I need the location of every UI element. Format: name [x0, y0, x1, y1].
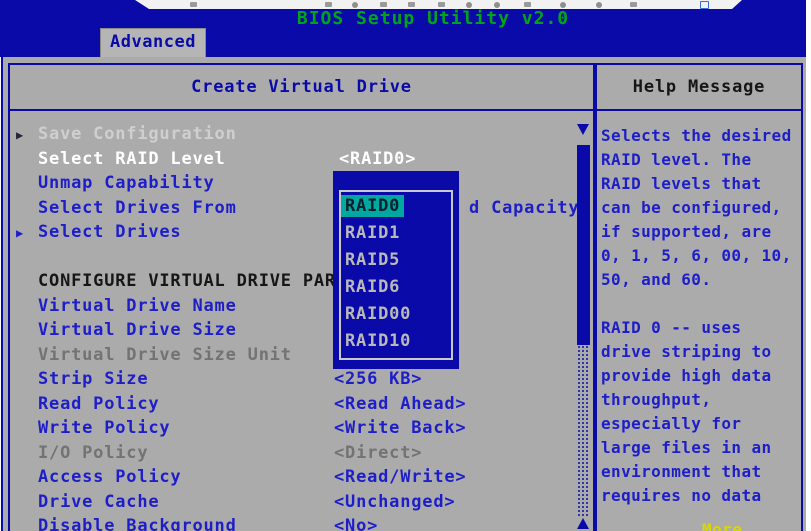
menu-item-label: Write Policy [38, 416, 170, 441]
toolbar-icon-6[interactable] [438, 2, 445, 7]
menu-item-label: Select Drives [38, 220, 181, 245]
panel-divider [593, 111, 597, 531]
popup-item[interactable]: RAID6 [341, 276, 404, 298]
menu-item-label: Virtual Drive Size [38, 318, 237, 343]
toolbar-icon-8[interactable] [494, 2, 500, 8]
help-line: 0, 1, 5, 6, 00, 10, [601, 244, 803, 268]
menu-item[interactable]: I/O Policy <Direct> [12, 441, 572, 466]
menu-item[interactable]: Virtual Drive Size Unit [12, 343, 572, 368]
toolbar-icon-10[interactable] [560, 2, 566, 8]
menu-item [12, 245, 572, 270]
section-header: Create Virtual Drive Help Message [8, 63, 803, 111]
menu-item-label: Drive Cache [38, 490, 159, 515]
menu-item[interactable]: ▶ Save Configuration [12, 122, 572, 147]
menu-item-value: <Unchanged> [334, 490, 455, 515]
help-more-indicator: More (U/d) [702, 520, 801, 531]
menu-item-label: Access Policy [38, 465, 181, 490]
menu-item-label: Select RAID Level [38, 147, 226, 172]
menu-item-label: Read Policy [38, 392, 159, 417]
popup-item[interactable]: RAID00 [341, 303, 415, 325]
menu-item-label: Select Drives From [38, 196, 237, 221]
menu-item[interactable]: Access Policy <Read/Write> [12, 465, 572, 490]
submenu-arrow-icon: ▶ [16, 123, 24, 148]
menu-item-value: <No> [334, 514, 378, 531]
tab-advanced[interactable]: Advanced [100, 28, 206, 57]
help-line: throughput, [601, 388, 803, 412]
help-line: 50, and 60. [601, 268, 803, 292]
menu-list: ▶ Save ConfigurationSelect RAID Level <RAI… [12, 122, 572, 531]
menu-item-value: <Read Ahead> [334, 392, 466, 417]
toolbar-icon-3[interactable] [352, 2, 358, 8]
menu-item[interactable]: ▶ Select Drives [12, 220, 572, 245]
menu-item-label: CONFIGURE VIRTUAL DRIVE PAR [38, 269, 336, 294]
raid-level-popup: RAID0 RAID1 RAID5 RAID6 RAID00 RAID10 [333, 171, 459, 369]
menu-item[interactable]: Strip Size <256 KB> [12, 367, 572, 392]
bios-title: BIOS Setup Utility v2.0 [60, 8, 806, 29]
toolbar-icon-9[interactable] [524, 2, 531, 7]
toolbar-icon-2[interactable] [325, 2, 332, 7]
menu-item[interactable]: Virtual Drive Name [12, 294, 572, 319]
help-message-text: Selects the desiredRAID level. TheRAID l… [601, 124, 803, 508]
menu-item: CONFIGURE VIRTUAL DRIVE PAR [12, 269, 572, 294]
menu-item-label: Save Configuration [38, 122, 237, 147]
menu-item-value: <256 KB> [334, 367, 422, 392]
help-line: if supported, are [601, 220, 803, 244]
scroll-up-icon[interactable] [577, 518, 589, 529]
scroll-down-icon[interactable] [577, 124, 589, 135]
popup-item-list: RAID0 RAID1 RAID5 RAID6 RAID00 RAID10 [341, 195, 415, 357]
submenu-arrow-icon: ▶ [16, 221, 24, 246]
screen-edge-line [1, 57, 3, 531]
help-line: especially for [601, 412, 803, 436]
menu-item-value: <RAID0> [339, 147, 416, 172]
scrollbar-track[interactable] [577, 345, 590, 518]
toolbar-icon-active[interactable] [700, 1, 709, 9]
help-line: requires no data [601, 484, 803, 508]
help-line: large files in an [601, 436, 803, 460]
help-line: RAID 0 -- uses [601, 316, 803, 340]
toolbar-icon-12[interactable] [630, 2, 637, 7]
help-line: provide high data [601, 364, 803, 388]
menu-item[interactable]: Write Policy <Write Back> [12, 416, 572, 441]
menu-item[interactable]: Drive Cache <Unchanged> [12, 490, 572, 515]
page-title: Create Virtual Drive [10, 65, 593, 109]
menu-item[interactable]: Disable Background <No> [12, 514, 572, 531]
menu-item-label: Virtual Drive Size Unit [38, 343, 292, 368]
toolbar-icon-7[interactable] [466, 2, 472, 8]
help-line: Selects the desired [601, 124, 803, 148]
help-line: drive striping to [601, 340, 803, 364]
menu-item-value: <Read/Write> [334, 465, 466, 490]
toolbar-icon-4[interactable] [380, 2, 387, 7]
menu-item-label: Disable Background [38, 514, 237, 531]
help-line [601, 292, 803, 316]
help-line: can be configured, [601, 196, 803, 220]
menu-item[interactable]: Unmap Capability [12, 171, 572, 196]
help-line: RAID level. The [601, 148, 803, 172]
toolbar-icon-1[interactable] [190, 2, 197, 7]
popup-item[interactable]: RAID10 [341, 330, 415, 352]
menu-item-value: <Write Back> [334, 416, 466, 441]
menu-item[interactable]: Select Drives Fromd Capacity> [12, 196, 572, 221]
popup-item[interactable]: RAID0 [341, 195, 404, 217]
help-line: environment that [601, 460, 803, 484]
toolbar-icon-11[interactable] [596, 2, 602, 8]
popup-item[interactable]: RAID1 [341, 222, 404, 244]
menu-item-label: Unmap Capability [38, 171, 215, 196]
menu-item[interactable]: Virtual Drive Size [12, 318, 572, 343]
menu-item-label: I/O Policy [38, 441, 148, 466]
popup-item[interactable]: RAID5 [341, 249, 404, 271]
menu-item-label: Virtual Drive Name [38, 294, 237, 319]
scrollbar-thumb[interactable] [577, 145, 590, 345]
menu-item[interactable]: Select RAID Level <RAID0> [12, 147, 572, 172]
menu-item-label: Strip Size [38, 367, 148, 392]
help-line: RAID levels that [601, 172, 803, 196]
remote-console-toolbar [135, 0, 742, 9]
help-panel-title: Help Message [597, 65, 801, 109]
menu-item-value: <Direct> [334, 441, 422, 466]
toolbar-icon-5[interactable] [408, 2, 415, 7]
menu-item[interactable]: Read Policy <Read Ahead> [12, 392, 572, 417]
menu-item-value: d Capacity> [469, 196, 590, 221]
bios-screen: BIOS Setup Utility v2.0 Advanced Create … [0, 0, 811, 531]
